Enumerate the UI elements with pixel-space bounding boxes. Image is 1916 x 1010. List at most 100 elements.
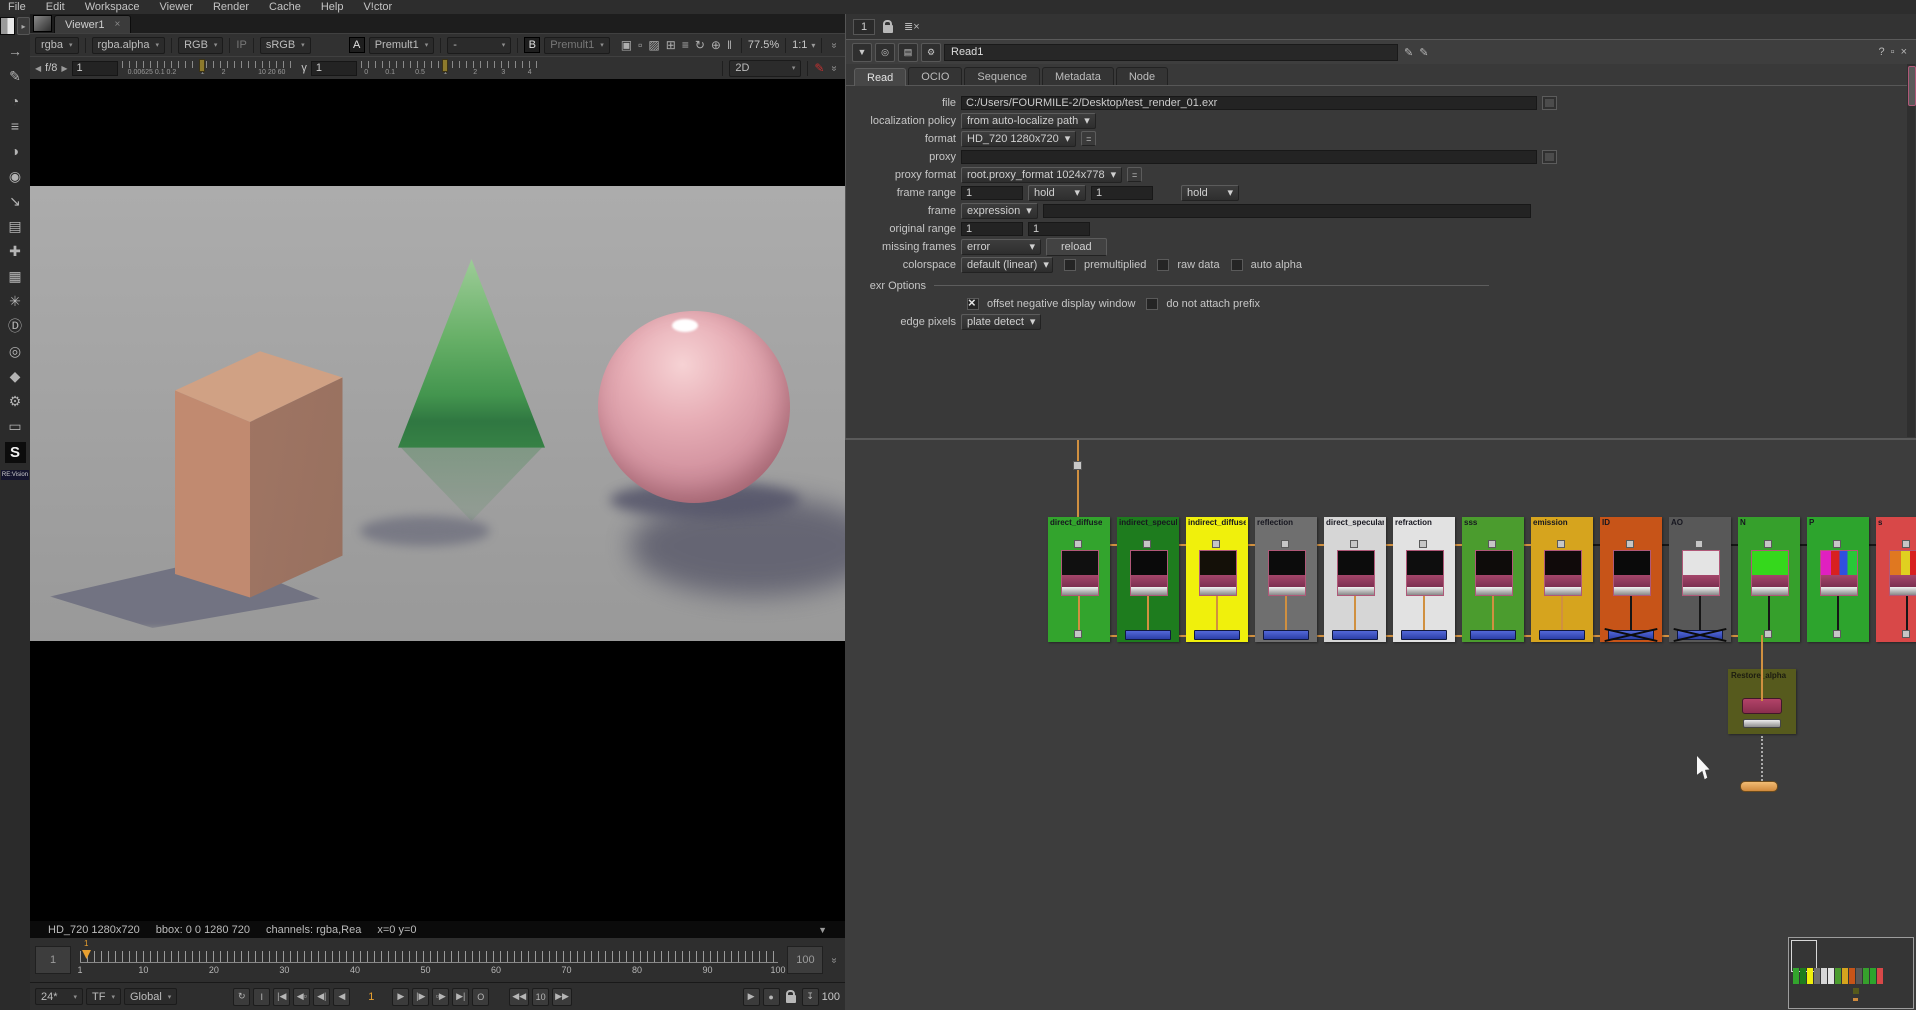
edge-pixels-dropdown[interactable]: plate detect▾ (961, 314, 1041, 330)
node-backdrop-AO[interactable]: AO (1669, 517, 1731, 642)
original-range-start[interactable]: 1 (961, 222, 1023, 236)
proxy-path-input[interactable] (961, 150, 1537, 164)
record-button[interactable]: ● (763, 988, 780, 1006)
roi-icon[interactable]: ⊕ (711, 38, 721, 52)
slider-handle[interactable] (199, 59, 205, 72)
input-process-button[interactable]: IP (236, 39, 246, 51)
dot-node[interactable] (1833, 630, 1841, 638)
dot-node[interactable] (1074, 540, 1082, 548)
node-backdrop-s[interactable]: s (1876, 517, 1916, 642)
image-node-menu-icon[interactable]: → (4, 42, 26, 60)
viewer-canvas[interactable] (30, 79, 845, 921)
dot-node-orange[interactable] (1740, 781, 1778, 792)
fstop-increase-icon[interactable]: ▶ (61, 64, 67, 73)
read-node-thumbnail[interactable] (1889, 550, 1916, 596)
frame-range-hold2-dropdown[interactable]: hold▾ (1181, 185, 1239, 201)
tab-viewer1[interactable]: Viewer1 × (54, 15, 131, 33)
tab-read[interactable]: Read (854, 68, 906, 86)
node-backdrop-ID[interactable]: ID (1600, 517, 1662, 642)
node-backdrop-P[interactable]: P (1807, 517, 1869, 642)
dot-node[interactable] (1764, 630, 1772, 638)
tab-ocio[interactable]: OCIO (908, 67, 962, 85)
dot-node[interactable] (1281, 540, 1289, 548)
transport-back-button[interactable]: ◀| (313, 988, 330, 1006)
fps-dropdown[interactable]: 24*▾ (35, 988, 83, 1005)
node-backdrop-N[interactable]: N (1738, 517, 1800, 642)
a-buffer-dropdown[interactable]: Premult1▾ (369, 37, 435, 54)
node-header-button[interactable]: ⚙ (921, 43, 941, 62)
frame-range-dropdown[interactable]: Global▾ (124, 988, 177, 1005)
playhead[interactable]: 1 (82, 941, 92, 963)
premultiplied-checkbox[interactable] (1064, 259, 1076, 271)
padlock-icon[interactable] (883, 25, 893, 33)
tab-sequence[interactable]: Sequence (964, 67, 1040, 85)
format-dropdown[interactable]: HD_720 1280x720▾ (961, 131, 1076, 147)
shuffle-node[interactable] (1263, 630, 1309, 640)
localization-dropdown[interactable]: from auto-localize path▾ (961, 113, 1096, 129)
current-frame[interactable]: 1 (353, 991, 389, 1003)
wipe-mode-dropdown[interactable]: -▾ (447, 37, 511, 54)
filter-menu-icon[interactable]: ◉ (4, 167, 26, 185)
tab-close-icon[interactable]: × (115, 19, 121, 30)
transport-forward-button[interactable]: ▶ (392, 988, 409, 1006)
menu-workspace[interactable]: Workspace (85, 1, 140, 13)
dot-node[interactable] (1626, 540, 1634, 548)
node-backdrop-reflection[interactable]: reflection (1255, 517, 1317, 642)
menu-render[interactable]: Render (213, 1, 249, 13)
views-menu-icon[interactable]: ◎ (4, 342, 26, 360)
threed-menu-icon[interactable]: ▦ (4, 267, 26, 285)
dot-node[interactable] (1143, 540, 1151, 548)
node-header-button[interactable]: ◎ (875, 43, 895, 62)
loop-mode-button[interactable]: ↻ (233, 988, 250, 1006)
dot-node[interactable] (1902, 630, 1910, 638)
scrollbar-thumb[interactable] (1908, 66, 1916, 106)
shuffle-node[interactable] (1401, 630, 1447, 640)
read-node-thumbnail[interactable] (1337, 550, 1375, 596)
range-start-box[interactable]: 1 (35, 946, 71, 974)
fstop-decrease-icon[interactable]: ◀ (35, 64, 41, 73)
info-expand-icon[interactable]: ▼ (818, 925, 827, 935)
read-node-thumbnail[interactable] (1820, 550, 1858, 596)
revision-plugin-icon[interactable]: RE:Vision (1, 470, 29, 480)
read-node-thumbnail[interactable] (1682, 550, 1720, 596)
proxy-stripes-icon[interactable]: ▨ (648, 38, 659, 52)
help-icon[interactable]: ? (1879, 46, 1885, 58)
keyer-menu-icon[interactable]: ↘ (4, 192, 26, 210)
transport-back-button[interactable]: |◀ (273, 988, 290, 1006)
particles-menu-icon[interactable]: ✳ (4, 292, 26, 310)
channel-menu-icon[interactable]: ≡ (4, 117, 26, 135)
draw-menu-icon[interactable]: ✎ (4, 67, 26, 85)
timeline-ruler[interactable]: 1 1102030405060708090100 (76, 940, 782, 980)
sapphire-plugin-icon[interactable]: S (5, 442, 26, 463)
color-menu-icon[interactable]: ◑ (4, 142, 26, 160)
file-browser-icon[interactable] (1542, 96, 1557, 110)
shuffle-node[interactable] (1194, 630, 1240, 640)
timeline-options-icon[interactable]: » (829, 957, 840, 963)
shuffle-node[interactable] (1332, 630, 1378, 640)
scanline-icon[interactable]: ≡ (682, 38, 689, 52)
frame-mode-dropdown[interactable]: expression▾ (961, 203, 1038, 219)
layer-dropdown[interactable]: rgba▾ (35, 37, 79, 54)
proxy-format-dropdown[interactable]: root.proxy_format 1024x778▾ (961, 167, 1122, 183)
deep-menu-icon[interactable]: Ⓓ (4, 317, 26, 335)
colorspace-dropdown[interactable]: default (linear)▾ (961, 257, 1053, 273)
restore-alpha-output-node[interactable] (1743, 719, 1781, 728)
gain-slider[interactable]: 0.00625 0.1 0.21210 20 60 (122, 59, 298, 77)
menu-help[interactable]: Help (321, 1, 344, 13)
frame-expression-input[interactable] (1043, 204, 1531, 218)
frame-range-hold1-dropdown[interactable]: hold▾ (1028, 185, 1086, 201)
pause-icon[interactable]: ‖ (727, 38, 732, 52)
transport-back-button[interactable]: ◀▫ (293, 988, 310, 1006)
node-backdrop-indirect_diffuse[interactable]: indirect_diffuse (1186, 517, 1248, 642)
annotation-pen-icon[interactable]: ✎ (814, 61, 824, 75)
transport-back-button[interactable]: ◀ (333, 988, 350, 1006)
render-save-button[interactable]: ↧ (802, 988, 819, 1006)
more-options-icon[interactable]: » (829, 42, 840, 48)
node-backdrop-refraction[interactable]: refraction (1393, 517, 1455, 642)
node-header-button[interactable]: ▼ (852, 43, 872, 62)
read-node-thumbnail[interactable] (1268, 550, 1306, 596)
close-all-panels-icon[interactable]: ≣× (904, 20, 920, 33)
pane-menu-button[interactable] (33, 15, 52, 32)
raw-data-checkbox[interactable] (1157, 259, 1169, 271)
max-panels-input[interactable]: 1 (853, 19, 875, 35)
